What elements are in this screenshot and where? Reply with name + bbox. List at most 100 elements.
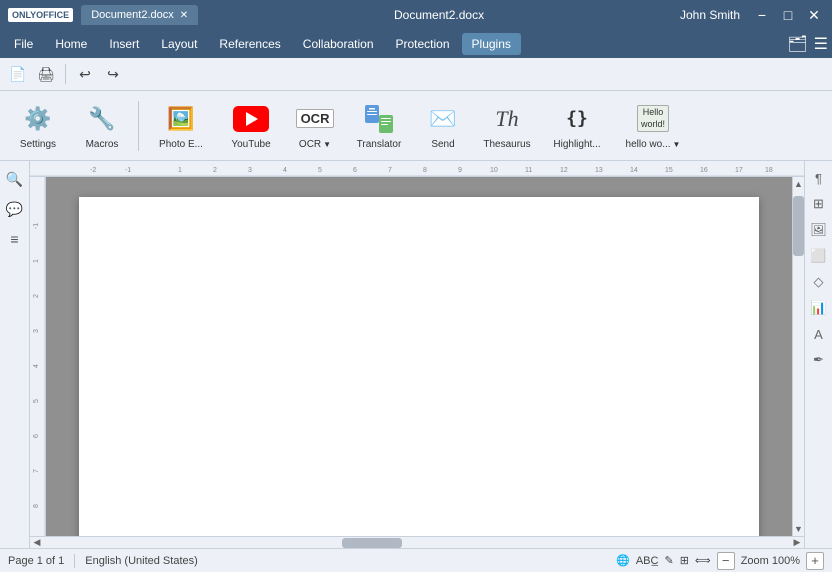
image-settings-icon[interactable]: 🖼 xyxy=(808,219,830,241)
print-button[interactable]: 🖨 xyxy=(34,62,58,86)
svg-text:8: 8 xyxy=(33,504,40,508)
track-changes-icon[interactable]: ✎ xyxy=(664,554,673,567)
menu-layout[interactable]: Layout xyxy=(151,33,207,55)
zoom-level: Zoom 100% xyxy=(741,555,800,567)
hamburger-menu-icon[interactable]: ☰ xyxy=(814,34,828,54)
youtube-icon xyxy=(233,101,269,137)
sidebar-search-icon[interactable]: 🔍 xyxy=(3,167,27,191)
sidebar-list-icon[interactable]: ≡ xyxy=(3,227,27,251)
hello-world-icon: Helloworld! xyxy=(635,101,671,137)
svg-text:6: 6 xyxy=(353,167,357,174)
scroll-track-vertical[interactable] xyxy=(793,191,804,522)
thesaurus-icon: Th xyxy=(489,101,525,137)
zoom-out-button[interactable]: − xyxy=(717,552,735,570)
send-plugin-button[interactable]: ✉️ Send xyxy=(413,97,473,155)
redo-button[interactable]: ↪ xyxy=(101,62,125,86)
objects-icon[interactable]: ◇ xyxy=(808,271,830,293)
scroll-left-arrow[interactable]: ◀ xyxy=(30,537,44,548)
scroll-thumb-vertical[interactable] xyxy=(793,196,804,256)
svg-text:8: 8 xyxy=(423,167,427,174)
title-bar: ONLYOFFICE Document2.docx ✕ Document2.do… xyxy=(0,0,832,30)
plugin-separator-1 xyxy=(138,101,139,151)
menu-protection[interactable]: Protection xyxy=(386,33,460,55)
tab-close-icon[interactable]: ✕ xyxy=(180,10,188,21)
svg-text:5: 5 xyxy=(33,399,40,403)
svg-text:15: 15 xyxy=(665,167,673,174)
scroll-right-arrow[interactable]: ▶ xyxy=(790,537,804,548)
document-page[interactable] xyxy=(79,197,759,536)
maximize-button[interactable]: □ xyxy=(778,7,798,24)
scroll-up-arrow[interactable]: ▲ xyxy=(793,177,804,191)
thesaurus-plugin-button[interactable]: Th Thesaurus xyxy=(477,97,537,155)
sidebar-comment-icon[interactable]: 💬 xyxy=(3,197,27,221)
photo-editor-button[interactable]: 🖼️ Photo E... xyxy=(145,97,217,155)
main-area: 🔍 💬 ≡ -2 -1 1 2 3 4 5 6 7 8 xyxy=(0,161,832,548)
youtube-label: YouTube xyxy=(231,139,270,151)
new-file-button[interactable]: 📄 xyxy=(6,62,30,86)
menu-insert[interactable]: Insert xyxy=(99,33,149,55)
scroll-track-horizontal[interactable] xyxy=(44,537,790,548)
zoom-in-button[interactable]: + xyxy=(806,552,824,570)
highlight-plugin-button[interactable]: {} Highlight... xyxy=(541,97,613,155)
svg-text:13: 13 xyxy=(595,167,603,174)
hello-world-plugin-button[interactable]: Helloworld! hello wo...▼ xyxy=(617,97,689,155)
quick-access-toolbar: 📄 🖨 ↩ ↪ xyxy=(0,58,832,91)
open-folder-icon[interactable]: 🗂 xyxy=(787,34,807,54)
scroll-thumb-horizontal[interactable] xyxy=(342,538,402,548)
translator-plugin-button[interactable]: Translator xyxy=(349,97,409,155)
translator-icon xyxy=(361,101,397,137)
svg-text:2: 2 xyxy=(213,167,217,174)
hello-world-label: hello wo...▼ xyxy=(626,139,681,151)
document-tab[interactable]: Document2.docx ✕ xyxy=(81,5,198,25)
settings-plugin-button[interactable]: ⚙️ Settings xyxy=(8,97,68,155)
svg-text:4: 4 xyxy=(283,167,287,174)
svg-text:7: 7 xyxy=(388,167,392,174)
fit-width-icon[interactable]: ⟺ xyxy=(695,554,711,567)
chart-settings-icon[interactable]: 📊 xyxy=(808,297,830,319)
signature-icon[interactable]: ✒ xyxy=(808,349,830,371)
menu-items: File Home Insert Layout References Colla… xyxy=(4,33,521,55)
shape-settings-icon[interactable]: ⬜ xyxy=(808,245,830,267)
spell-check-icon[interactable]: 🌐 xyxy=(616,554,630,567)
svg-text:9: 9 xyxy=(458,167,462,174)
youtube-plugin-button[interactable]: YouTube xyxy=(221,97,281,155)
left-sidebar: 🔍 💬 ≡ xyxy=(0,161,30,548)
send-icon: ✉️ xyxy=(425,101,461,137)
svg-text:3: 3 xyxy=(33,329,40,333)
highlight-icon: {} xyxy=(559,101,595,137)
undo-button[interactable]: ↩ xyxy=(73,62,97,86)
menu-file[interactable]: File xyxy=(4,33,43,55)
svg-text:1: 1 xyxy=(33,259,40,263)
fit-page-icon[interactable]: ⊞ xyxy=(680,554,689,567)
toolbar-separator xyxy=(65,64,66,84)
highlight-label: Highlight... xyxy=(553,139,600,151)
tab-title: Document2.docx xyxy=(91,9,174,21)
scroll-down-arrow[interactable]: ▼ xyxy=(793,522,804,536)
svg-text:4: 4 xyxy=(33,364,40,368)
vertical-scrollbar[interactable]: ▲ ▼ xyxy=(792,177,804,536)
plugin-toolbar: ⚙️ Settings 🔧 Macros 🖼️ Photo E... YouTu… xyxy=(0,91,832,161)
document-canvas[interactable] xyxy=(46,177,792,536)
menu-references[interactable]: References xyxy=(209,33,290,55)
thesaurus-label: Thesaurus xyxy=(483,139,530,151)
menu-home[interactable]: Home xyxy=(45,33,97,55)
table-settings-icon[interactable]: ⊞ xyxy=(808,193,830,215)
print-icon: 🖨 xyxy=(37,66,55,83)
menu-collaboration[interactable]: Collaboration xyxy=(293,33,384,55)
settings-label: Settings xyxy=(20,139,56,151)
svg-text:18: 18 xyxy=(765,167,773,174)
close-button[interactable]: ✕ xyxy=(804,7,824,24)
svg-text:11: 11 xyxy=(525,167,532,174)
spell-check-abc-icon[interactable]: ABC̲ xyxy=(636,555,659,567)
ocr-plugin-button[interactable]: OCR OCR▼ xyxy=(285,97,345,155)
horizontal-scrollbar[interactable]: ◀ ▶ xyxy=(30,536,804,548)
macros-label: Macros xyxy=(86,139,119,151)
paragraph-settings-icon[interactable]: ¶ xyxy=(808,167,830,189)
macros-icon: 🔧 xyxy=(84,101,120,137)
text-art-icon[interactable]: A xyxy=(808,323,830,345)
macros-plugin-button[interactable]: 🔧 Macros xyxy=(72,97,132,155)
menu-plugins[interactable]: Plugins xyxy=(462,33,521,55)
minimize-button[interactable]: − xyxy=(752,7,772,24)
menu-right: 🗂 ☰ xyxy=(787,34,828,54)
status-separator-1 xyxy=(74,554,75,568)
